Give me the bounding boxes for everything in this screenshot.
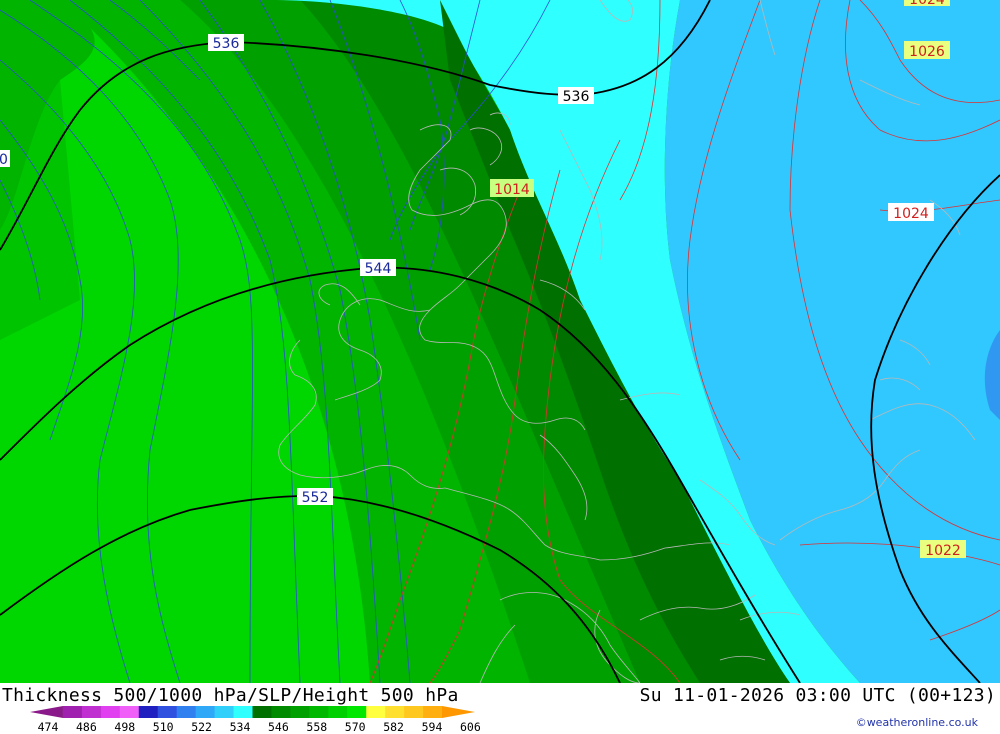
- height-label-544-text: 544: [365, 261, 392, 277]
- legend-swatch: [271, 706, 291, 718]
- legend-tick-label: 582: [383, 720, 404, 734]
- legend-tick-label: 498: [114, 720, 136, 734]
- credit-link[interactable]: ©weatheronline.co.uk: [856, 716, 978, 729]
- height-label-536-east-text: 536: [563, 89, 590, 105]
- pressure-label-1022-text: 1022: [925, 543, 961, 559]
- legend-swatch: [30, 706, 63, 718]
- legend-swatch: [176, 706, 197, 718]
- legend-tick-label: 486: [76, 720, 97, 734]
- legend-swatch: [442, 706, 475, 718]
- legend-swatch: [214, 706, 235, 718]
- pressure-label-1014-text: 1014: [494, 182, 530, 198]
- legend-swatch: [309, 706, 329, 718]
- legend-swatch: [423, 706, 443, 718]
- legend-swatch: [119, 706, 140, 718]
- legend-swatch: [385, 706, 405, 718]
- pressure-label-1022: 1022: [920, 540, 966, 559]
- legend-swatch: [233, 706, 253, 718]
- legend-tick-label: 522: [191, 720, 212, 734]
- height-label-edge-left-text: 0: [0, 152, 8, 168]
- legend-swatch: [347, 706, 367, 718]
- map-footer: Thickness 500/1000 hPa/SLP/Height 500 hP…: [0, 683, 1000, 734]
- legend-swatch: [366, 706, 386, 718]
- legend-swatch: [138, 706, 159, 718]
- legend-tick-label: 570: [344, 720, 366, 734]
- pressure-label-edge-top: 1024: [904, 0, 950, 8]
- legend-swatch: [252, 706, 272, 718]
- legend-swatch: [62, 706, 83, 718]
- pressure-label-1024: 1024: [888, 203, 934, 222]
- legend-tick-label: 606: [460, 720, 481, 734]
- legend-swatch: [328, 706, 348, 718]
- legend-tick-label: 558: [306, 720, 328, 734]
- pressure-label-1024-text: 1024: [893, 206, 929, 222]
- height-label-536-west: 536: [208, 34, 244, 52]
- legend-tick-label: 474: [37, 720, 59, 734]
- height-label-552: 552: [297, 488, 333, 506]
- legend-tick-label: 510: [152, 720, 174, 734]
- height-label-544: 544: [360, 259, 396, 277]
- height-label-536-west-text: 536: [213, 36, 240, 52]
- pressure-label-1014: 1014: [490, 179, 534, 198]
- color-legend: [30, 706, 475, 718]
- pressure-label-edge-top-text: 1024: [909, 0, 945, 8]
- legend-swatch: [157, 706, 178, 718]
- pressure-label-1026: 1026: [904, 41, 950, 60]
- legend-swatch: [290, 706, 310, 718]
- legend-swatch: [81, 706, 102, 718]
- legend-swatch: [195, 706, 216, 718]
- legend-tick-label: 534: [229, 720, 251, 734]
- map-valid-time: Su 11-01-2026 03:00 UTC (00+123): [639, 685, 996, 706]
- legend-swatch: [404, 706, 424, 718]
- map-title: Thickness 500/1000 hPa/SLP/Height 500 hP…: [2, 685, 459, 706]
- legend-tick-labels: 474 486 498 510 522 534 546 558 570 582 594 606: [0, 720, 520, 734]
- legend-swatch: [100, 706, 121, 718]
- pressure-label-1026-text: 1026: [909, 44, 945, 60]
- weather-map: 536 536 544 552 0 1014 1024 1026 1022 10…: [0, 0, 1000, 683]
- height-label-552-text: 552: [302, 490, 329, 506]
- legend-tick-label: 546: [268, 720, 289, 734]
- legend-tick-label: 594: [421, 720, 443, 734]
- height-label-536-east: 536: [558, 87, 594, 105]
- height-label-edge-left: 0: [0, 150, 10, 168]
